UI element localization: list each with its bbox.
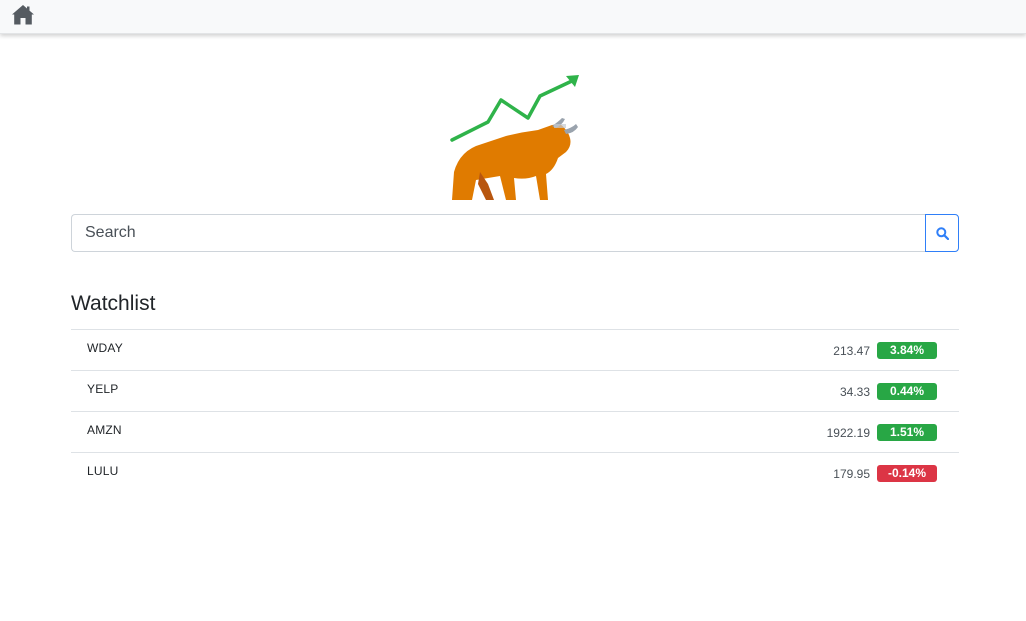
ticker-price: 1922.19 — [826, 426, 870, 440]
ticker-symbol: WDAY — [87, 341, 123, 355]
change-badge: 1.51% — [877, 424, 937, 441]
bull-logo — [450, 75, 579, 200]
change-badge: -0.14% — [877, 465, 937, 482]
ticker-symbol: YELP — [87, 382, 119, 396]
home-button[interactable] — [11, 4, 35, 26]
watchlist-row-lulu[interactable]: LULU 179.95 -0.14% — [71, 453, 959, 494]
change-badge: 0.44% — [877, 383, 937, 400]
watchlist: WDAY 213.47 3.84% YELP 34.33 0.44% AMZN … — [71, 329, 959, 494]
ticker-price: 34.33 — [839, 385, 870, 399]
watchlist-row-wday[interactable]: WDAY 213.47 3.84% — [71, 330, 959, 371]
watchlist-row-yelp[interactable]: YELP 34.33 0.44% — [71, 371, 959, 412]
search-input[interactable] — [71, 214, 926, 252]
bull-horn-band — [554, 124, 566, 128]
ticker-price: 179.95 — [833, 467, 870, 481]
ticker-symbol: LULU — [87, 464, 119, 478]
change-badge: 3.84% — [877, 342, 937, 359]
top-navbar — [0, 0, 1026, 34]
search-icon — [936, 227, 949, 240]
home-icon — [12, 5, 34, 25]
watchlist-row-amzn[interactable]: AMZN 1922.19 1.51% — [71, 412, 959, 453]
search-bar — [71, 214, 959, 252]
ticker-price: 213.47 — [833, 344, 870, 358]
search-button[interactable] — [925, 214, 959, 252]
watchlist-heading: Watchlist — [71, 292, 156, 315]
bull-body — [452, 124, 571, 200]
ticker-symbol: AMZN — [87, 423, 122, 437]
